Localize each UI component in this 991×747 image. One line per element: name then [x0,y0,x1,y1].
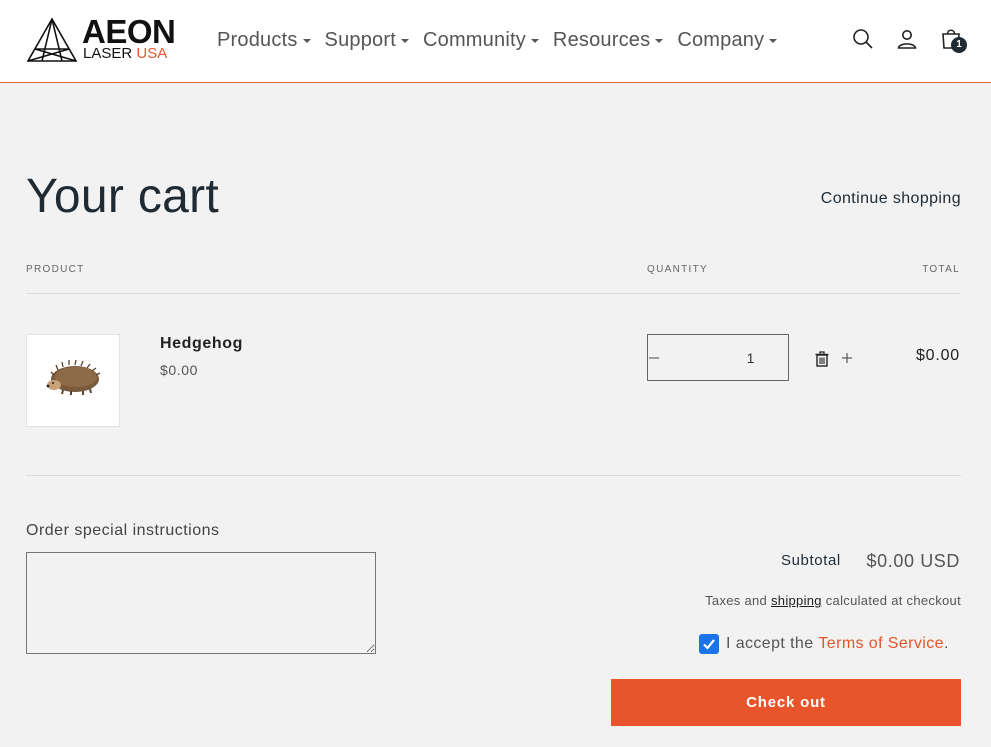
brand-subline: LASER USA [83,46,167,62]
continue-shopping-link[interactable]: Continue shopping [821,190,961,208]
checkmark-icon [703,639,715,650]
terms-text-after: . [943,635,949,652]
order-instructions-textarea[interactable] [26,552,376,654]
user-icon[interactable] [895,27,919,51]
nav-resources[interactable]: Resources [552,26,664,54]
hedgehog-image [46,359,101,395]
minus-icon [649,356,659,359]
line-item-total: $0.00 [915,347,960,364]
nav-products-label: Products [217,29,298,51]
tax-note-after: calculated at checkout [825,593,961,608]
nav-community[interactable]: Community [423,26,539,54]
increase-quantity-button[interactable] [841,335,853,380]
brand-wordmark: AEON [82,13,176,50]
nav-community-label: Community [422,29,526,51]
nav-support-label: Support [324,29,396,51]
terms-acceptance: I accept the Terms of Service. [699,634,949,654]
tax-note: Taxes and shipping calculated at checkou… [705,593,961,608]
decrease-quantity-button[interactable] [648,335,660,380]
logo-triangle-icon [26,17,78,62]
nav-company[interactable]: Company [677,26,778,54]
nav-resources-label: Resources [552,29,651,51]
search-icon[interactable] [851,27,875,51]
checkout-button[interactable]: Check out [611,679,961,726]
caret-down-icon [400,39,409,43]
nav-company-label: Company [677,29,765,51]
column-header-quantity: QUANTITY [647,264,708,275]
terms-text-before: I accept the [726,635,814,652]
remove-item-trash-icon[interactable] [814,351,830,367]
subtotal-label: Subtotal [781,552,841,569]
subtotal-value: $0.00 USD [866,551,960,571]
page-title: Your cart [26,170,220,223]
cart-count-badge: 1 [951,37,967,53]
tax-note-before: Taxes and [705,593,768,608]
brand-sub-accent: USA [136,45,168,62]
plus-icon [842,352,852,363]
site-header: AEON LASER USA Products Support Communit… [0,0,991,83]
terms-checkbox[interactable] [699,634,719,654]
product-price: $0.00 [160,362,199,378]
column-header-total: TOTAL [922,264,960,275]
terms-of-service-link[interactable]: Terms of Service [818,635,944,653]
divider [26,475,961,476]
product-name[interactable]: Hedgehog [160,335,243,353]
product-thumbnail[interactable] [26,334,120,427]
order-instructions-label: Order special instructions [26,522,220,539]
main-nav: Products Support Community Resources Com… [217,26,791,54]
shipping-link[interactable]: shipping [771,593,822,608]
divider [26,293,961,294]
caret-down-icon [769,39,778,43]
caret-down-icon [302,39,311,43]
nav-products[interactable]: Products [217,26,311,54]
caret-down-icon [530,39,539,43]
caret-down-icon [655,39,664,43]
quantity-stepper [647,334,852,381]
nav-support[interactable]: Support [325,26,409,54]
brand-logo[interactable]: AEON LASER USA [26,15,178,65]
column-header-product: PRODUCT [26,264,85,275]
brand-sub-plain: LASER [83,45,133,62]
